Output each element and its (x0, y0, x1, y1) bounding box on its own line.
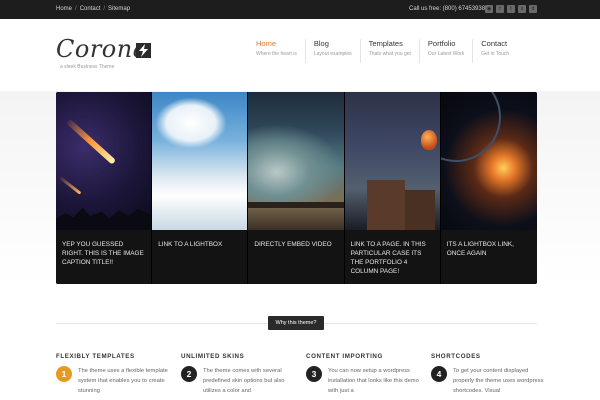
planet-ring-shape (440, 92, 501, 162)
feature-text: The theme uses a flexible template syste… (78, 368, 168, 394)
feature-column: UNLIMITED SKINS 2 The theme comes with s… (181, 353, 297, 394)
nav-item-portfolio[interactable]: Portfolio Our Latest Work (418, 39, 472, 63)
nav-item-label: Blog (313, 39, 329, 48)
top-links: Home / Contact / Sitemap (56, 6, 130, 12)
why-this-theme-button[interactable]: Why this theme? (268, 316, 324, 330)
logo-wordmark: Corona (56, 35, 148, 63)
nav-item-subtitle: Layout examples (313, 51, 352, 57)
slider-panel[interactable]: LINK TO A PAGE. IN THIS PARTICULAR CASE … (344, 92, 441, 284)
delicious-icon[interactable]: d (529, 5, 537, 13)
feature-title: SHORTCODES (431, 353, 481, 360)
nav-item-subtitle: Get in Touch (481, 51, 510, 57)
slide-image-planet (440, 92, 537, 230)
stumbleupon-icon[interactable]: s (518, 5, 526, 13)
nav-item-home[interactable]: Home Where the heart is (248, 39, 305, 63)
feature-column: SHORTCODES 4 To get your content display… (431, 353, 547, 394)
accordion-slider: YEP YOU GUESSED RIGHT. THIS IS THE IMAGE… (56, 92, 537, 284)
social-icons: ◉ f t s d (485, 5, 537, 13)
slide-caption: ITS A LIGHTBOX LINK, ONCE AGAIN (440, 230, 537, 284)
nav-item-contact[interactable]: Contact Get in Touch (472, 39, 517, 63)
feature-number-badge: 3 (306, 366, 322, 382)
feature-number-badge: 1 (56, 366, 72, 382)
nav-item-subtitle: Our Latest Work (427, 51, 465, 57)
slider-panel[interactable]: ITS A LIGHTBOX LINK, ONCE AGAIN (440, 92, 537, 284)
nav-item-label: Portfolio (427, 39, 456, 48)
feature-number-badge: 2 (181, 366, 197, 382)
tree-silhouette (56, 207, 152, 230)
rss-icon[interactable]: ◉ (485, 5, 493, 13)
top-link-separator: / (103, 6, 106, 12)
twitter-icon[interactable]: t (507, 5, 515, 13)
features-section: FLEXIBLY TEMPLATES 1 The theme uses a fl… (56, 353, 544, 400)
top-link-sitemap[interactable]: Sitemap (108, 6, 130, 12)
slide-caption: DIRECTLY EMBED VIDEO (248, 230, 344, 284)
top-bar: Home / Contact / Sitemap Call us free: (… (0, 0, 600, 19)
feature-text: To get your content displayed properly t… (453, 368, 544, 394)
meteor-shape (65, 118, 117, 165)
nav-item-blog[interactable]: Blog Layout examples (304, 39, 360, 63)
feature-title: CONTENT IMPORTING (306, 353, 383, 360)
top-link-contact[interactable]: Contact (80, 6, 101, 12)
slide-image-meteor (56, 92, 152, 230)
feature-column: FLEXIBLY TEMPLATES 1 The theme uses a fl… (56, 353, 172, 394)
feature-number-badge: 4 (431, 366, 447, 382)
facebook-icon[interactable]: f (496, 5, 504, 13)
nav-item-subtitle: Where the heart is (256, 51, 297, 57)
slide-image-sky (152, 92, 248, 230)
main-navigation: Home Where the heart is Blog Layout exam… (248, 39, 517, 63)
nav-item-templates[interactable]: Templates Thats what you get (359, 39, 419, 63)
slider-panel[interactable]: DIRECTLY EMBED VIDEO (248, 92, 345, 284)
feature-title: UNLIMITED SKINS (181, 353, 245, 360)
call-us-text: Call us free: (800) 67453938 (409, 6, 486, 12)
nav-item-subtitle: Thats what you get (368, 51, 411, 57)
top-link-home[interactable]: Home (56, 6, 72, 12)
slide-caption: LINK TO A LIGHTBOX (152, 230, 248, 284)
feature-title: FLEXIBLY TEMPLATES (56, 353, 135, 360)
top-link-separator: / (75, 6, 77, 12)
slide-caption: YEP YOU GUESSED RIGHT. THIS IS THE IMAGE… (56, 230, 152, 284)
nav-item-label: Templates (368, 39, 403, 48)
nav-item-label: Home (256, 39, 277, 48)
cloud-shape (156, 98, 227, 148)
castle-tower-shape (404, 190, 435, 230)
feature-text: You can now setup a wordpress installati… (328, 368, 419, 394)
slide-image-wave (248, 92, 344, 230)
slider-panel[interactable]: YEP YOU GUESSED RIGHT. THIS IS THE IMAGE… (56, 92, 153, 284)
slider-panel[interactable]: LINK TO A LIGHTBOX (152, 92, 249, 284)
hot-air-balloon-shape (420, 130, 437, 150)
logo[interactable]: Corona a sleek Business Theme (56, 35, 151, 70)
site-header: Corona a sleek Business Theme Home Where… (0, 19, 600, 91)
slide-caption: LINK TO A PAGE. IN THIS PARTICULAR CASE … (344, 230, 440, 284)
logo-bolt-icon (136, 43, 151, 58)
feature-column: CONTENT IMPORTING 3 You can now setup a … (306, 353, 422, 394)
castle-tower-shape (366, 180, 405, 230)
slide-image-castle (344, 92, 440, 230)
wave-shape (248, 124, 344, 204)
feature-text: The theme comes with several predefined … (203, 368, 285, 394)
nav-item-label: Contact (481, 39, 508, 48)
bridge-shape (248, 202, 344, 208)
meteor-shape (59, 176, 82, 195)
logo-tagline: a sleek Business Theme (60, 64, 115, 70)
